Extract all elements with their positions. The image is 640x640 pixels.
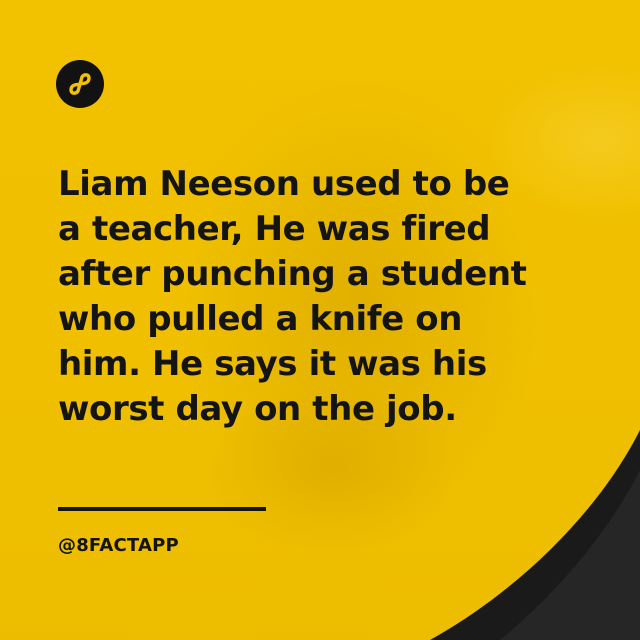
fact-card: Liam Neeson used to be a teacher, He was…	[0, 0, 640, 640]
fact-line: a teacher, He was fired	[58, 209, 491, 249]
infinity-eight-icon	[69, 73, 91, 95]
fact-text: Liam Neeson used to be a teacher, He was…	[58, 162, 558, 432]
fact-line: him. He says it was his	[58, 344, 487, 384]
account-handle[interactable]: @8FACTAPP	[58, 535, 179, 556]
logo	[56, 60, 104, 108]
fact-line: worst day on the job.	[58, 389, 457, 429]
fact-line: who pulled a knife on	[58, 299, 462, 339]
fact-line: Liam Neeson used to be	[58, 164, 510, 204]
divider	[58, 507, 266, 511]
fact-line: after punching a student	[58, 254, 527, 294]
